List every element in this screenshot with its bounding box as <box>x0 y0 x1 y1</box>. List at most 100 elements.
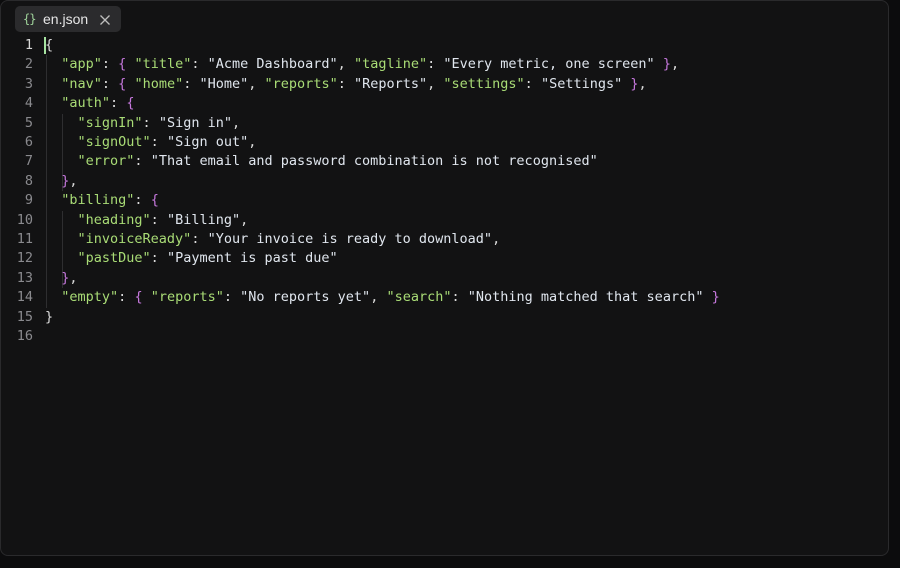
punctuation: , <box>427 75 444 92</box>
code-line[interactable]: 5 "signIn": "Sign in", <box>1 114 881 133</box>
line-number: 15 <box>16 308 33 325</box>
json-string: "Billing" <box>166 211 241 228</box>
code-line[interactable]: 1{ <box>1 36 881 55</box>
code-text: "heading": "Billing", <box>45 211 249 230</box>
punctuation: : <box>110 95 127 112</box>
brace: { <box>134 289 143 306</box>
json-key: "title" <box>134 56 192 73</box>
code-line[interactable]: 2 "app": { "title": "Acme Dashboard", "t… <box>1 55 881 74</box>
code-line[interactable]: 15} <box>1 308 881 327</box>
brace: } <box>630 75 639 92</box>
punctuation: , <box>248 134 257 150</box>
code-line[interactable]: 3 "nav": { "home": "Home", "reports": "R… <box>1 75 881 94</box>
json-string: "That email and password combination is … <box>150 153 598 170</box>
root-brace: } <box>45 308 54 325</box>
punctuation: : <box>134 153 151 170</box>
json-file-icon: {} <box>23 12 36 26</box>
json-key: "billing" <box>61 192 135 209</box>
json-key: "search" <box>386 289 452 306</box>
line-number: 13 <box>16 269 33 286</box>
code-line[interactable]: 4 "auth": { <box>1 94 881 113</box>
punctuation: : <box>150 134 167 150</box>
code-line[interactable]: 9 "billing": { <box>1 191 881 210</box>
json-key: "empty" <box>61 289 119 306</box>
tab-en-json[interactable]: {} en.json <box>15 6 121 32</box>
json-key: "nav" <box>61 75 102 92</box>
punctuation: : <box>142 114 159 131</box>
code-line[interactable]: 10 "heading": "Billing", <box>1 211 881 230</box>
punctuation: , <box>69 269 78 286</box>
line-number: 12 <box>16 250 33 267</box>
line-number: 1 <box>24 37 33 53</box>
punctuation: : <box>134 192 151 209</box>
code-text: "empty": { "reports": "No reports yet", … <box>45 288 720 307</box>
json-key: "reports" <box>264 75 338 92</box>
code-text: { <box>45 36 53 55</box>
line-number: 5 <box>24 114 33 131</box>
code-text: }, <box>45 172 77 191</box>
punctuation: : <box>150 211 167 228</box>
code-text: "nav": { "home": "Home", "reports": "Rep… <box>45 75 646 94</box>
punctuation: : <box>191 56 208 73</box>
line-number: 8 <box>24 172 33 189</box>
punctuation: , <box>337 56 354 73</box>
line-number: 6 <box>24 134 33 150</box>
brace: { <box>126 95 135 112</box>
punctuation: : <box>451 289 468 306</box>
json-string: "Reports" <box>353 75 428 92</box>
punctuation: : <box>223 289 241 306</box>
json-key: "signOut" <box>77 134 151 150</box>
json-string: "Home" <box>199 75 249 92</box>
editor-window: {} en.json 1{2 "app": { "title": "Acme D… <box>0 0 889 556</box>
punctuation: : <box>191 231 208 247</box>
line-number: 14 <box>16 289 33 306</box>
punctuation <box>703 289 711 305</box>
json-key: "signIn" <box>77 114 143 131</box>
punctuation: : <box>150 250 167 267</box>
line-number: 11 <box>16 231 33 247</box>
code-line[interactable]: 14 "empty": { "reports": "No reports yet… <box>1 288 881 307</box>
punctuation <box>143 289 151 305</box>
punctuation: : <box>118 289 135 306</box>
json-key: "pastDue" <box>77 250 151 267</box>
code-line[interactable]: 12 "pastDue": "Payment is past due" <box>1 249 881 268</box>
code-text: "invoiceReady": "Your invoice is ready t… <box>45 230 501 249</box>
code-editor[interactable]: 1{2 "app": { "title": "Acme Dashboard", … <box>1 35 888 555</box>
punctuation: : <box>183 75 200 92</box>
code-line[interactable]: 8 }, <box>1 172 881 191</box>
code-line[interactable]: 7 "error": "That email and password comb… <box>1 152 881 171</box>
punctuation: , <box>231 114 241 131</box>
json-string: "Sign in" <box>158 114 232 131</box>
code-line[interactable]: 6 "signOut": "Sign out", <box>1 133 881 152</box>
code-text: }, <box>45 269 78 288</box>
line-number: 10 <box>16 211 33 228</box>
json-key: "tagline" <box>353 56 428 73</box>
code-text: "app": { "title": "Acme Dashboard", "tag… <box>45 55 679 74</box>
code-line[interactable]: 16 <box>1 327 881 346</box>
json-string: "Acme Dashboard" <box>207 56 338 73</box>
brace: } <box>711 289 720 306</box>
code-text: "auth": { <box>45 94 134 113</box>
json-string: "Payment is past due" <box>166 250 338 267</box>
json-string: "Your invoice is ready to download" <box>207 231 493 247</box>
close-icon[interactable] <box>99 13 111 25</box>
json-string: "Sign out" <box>166 134 249 150</box>
punctuation: : <box>337 75 354 92</box>
code-line[interactable]: 11 "invoiceReady": "Your invoice is read… <box>1 230 881 249</box>
json-key: "error" <box>77 153 135 170</box>
json-string: "No reports yet" <box>240 289 371 306</box>
code-text: } <box>45 308 53 327</box>
code-text: "error": "That email and password combin… <box>45 152 598 171</box>
punctuation: , <box>492 231 501 247</box>
punctuation: , <box>370 289 387 306</box>
line-number: 4 <box>24 95 33 112</box>
punctuation: , <box>670 56 680 73</box>
root-brace: { <box>45 37 54 53</box>
code-line[interactable]: 13 }, <box>1 269 881 288</box>
